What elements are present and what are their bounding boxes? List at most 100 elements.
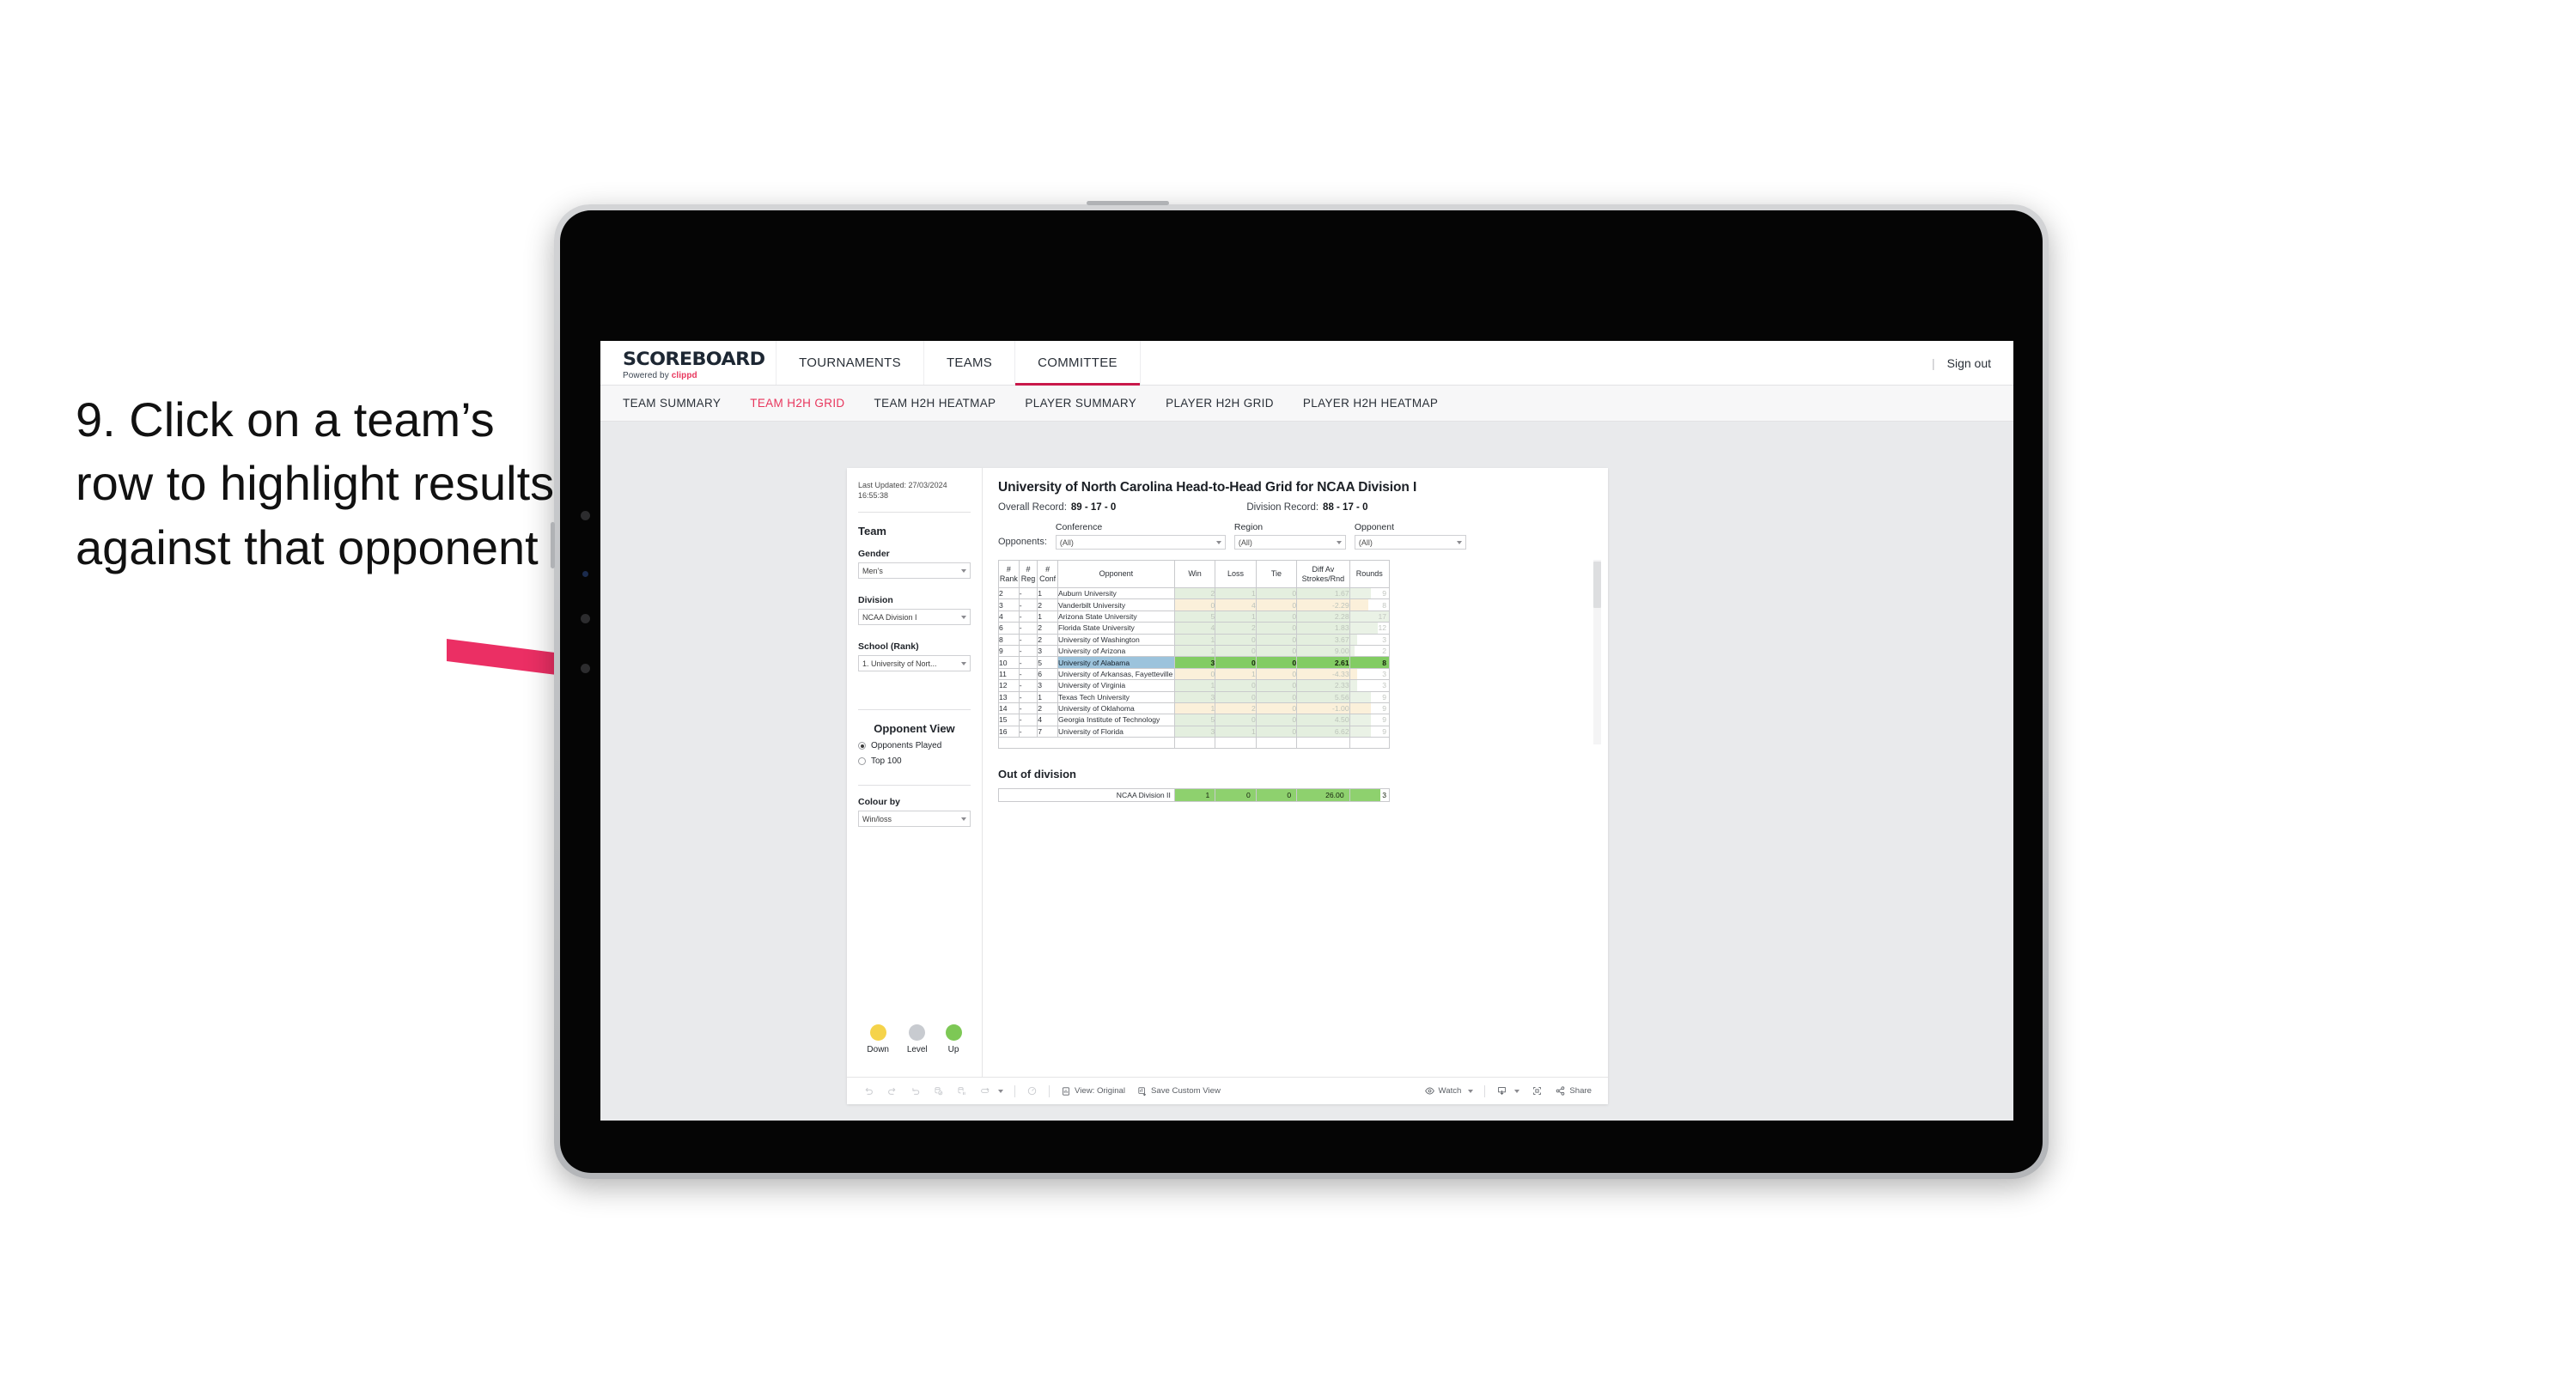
cell-opponent: University of Oklahoma (1057, 702, 1175, 715)
primary-navigation: SCOREBOARD Powered by clippd TOURNAMENTS… (600, 341, 2013, 386)
subtab-team-summary[interactable]: TEAM SUMMARY (623, 397, 721, 410)
legend-label-level: Level (906, 1045, 928, 1054)
cell-diff: 9.00 (1296, 644, 1350, 658)
subtab-team-h2h-grid[interactable]: TEAM H2H GRID (750, 397, 844, 410)
pause-auto-update-dropdown[interactable] (973, 1082, 1009, 1101)
tablet-screen: SCOREBOARD Powered by clippd TOURNAMENTS… (560, 210, 2043, 1173)
signout-divider: | (1931, 355, 1935, 370)
table-row[interactable]: 11-6 University of Arkansas, Fayetteville… (998, 667, 1391, 681)
chevron-down-icon (1336, 540, 1342, 544)
cell-diff: -2.29 (1296, 598, 1350, 611)
colour-by-select[interactable]: Win/loss (858, 811, 971, 828)
table-row[interactable]: 13-1 Texas Tech University 3 0 0 5.56 9 (998, 690, 1391, 703)
pause-updates-button[interactable] (950, 1082, 973, 1101)
cell-win: 1 (1173, 679, 1216, 692)
scoreboard-logo[interactable]: SCOREBOARD Powered by clippd (600, 341, 777, 385)
download-button[interactable] (1490, 1082, 1526, 1101)
table-row[interactable]: 14-2 University of Oklahoma 1 2 0 -1.00 9 (998, 702, 1391, 715)
nav-tab-committee[interactable]: COMMITTEE (1015, 341, 1141, 386)
share-button[interactable]: Share (1549, 1082, 1598, 1101)
chevron-down-icon (961, 661, 966, 665)
table-row[interactable]: 8-2 University of Washington 1 0 0 3.67 3 (998, 633, 1391, 646)
signout-link[interactable]: Sign out (1947, 356, 1991, 370)
school-rank-select[interactable]: 1. University of Nort... (858, 655, 971, 672)
cell-win: 5 (1173, 610, 1216, 623)
cell-reg: - (1018, 633, 1038, 646)
radio-opponents-played-label: Opponents Played (871, 741, 942, 751)
conference-select[interactable]: (All) (1055, 535, 1226, 550)
colour-by-label: Colour by (858, 797, 900, 808)
table-row[interactable]: 10-5 University of Alabama 3 0 0 2.61 8 (998, 656, 1391, 669)
nav-tab-teams[interactable]: TEAMS (924, 341, 1016, 385)
division-select[interactable]: NCAA Division I (858, 609, 971, 626)
table-row[interactable]: 3-2 Vanderbilt University 0 4 0 -2.29 8 (998, 598, 1391, 611)
undo-button[interactable] (857, 1082, 880, 1101)
cell-rounds: 9 (1349, 714, 1391, 726)
cell-win: 2 (1173, 586, 1216, 600)
revert-button[interactable] (904, 1082, 927, 1101)
subtab-team-h2h-heatmap[interactable]: TEAM H2H HEATMAP (874, 397, 996, 410)
cell-reg: - (1018, 656, 1038, 669)
conference-filter: Conference (All) (1055, 522, 1226, 550)
viz-body: Last Updated: 27/03/2024 16:55:38 Team G… (847, 468, 1608, 1077)
cell-win: 1 (1173, 644, 1216, 658)
cell-opponent: Vanderbilt University (1057, 598, 1175, 611)
logo-brand-name: clippd (671, 371, 697, 380)
region-select[interactable]: (All) (1233, 535, 1346, 550)
cell-tie: 0 (1255, 714, 1298, 726)
radio-opponents-played[interactable]: Opponents Played (858, 741, 971, 750)
cell-win: 1 (1173, 633, 1216, 646)
table-row[interactable]: 6-2 Florida State University 4 2 0 1.83 12 (998, 622, 1391, 635)
opponent-view-title: Opponent View (874, 722, 955, 736)
instruction-text: 9. Click on a team’s row to highlight re… (76, 392, 555, 574)
opponent-value: (All) (1358, 538, 1373, 547)
grid-scrollbar-thumb[interactable] (1593, 562, 1601, 608)
table-row[interactable]: 2-1 Auburn University 2 1 0 1.67 9 (998, 586, 1391, 600)
opponent-filter: Opponent (All) (1354, 522, 1466, 550)
nav-tab-tournaments[interactable]: TOURNAMENTS (776, 341, 924, 385)
cell-rank: 10 (998, 656, 1020, 669)
fullscreen-button[interactable] (1526, 1082, 1549, 1101)
radio-top-100[interactable]: Top 100 (858, 756, 971, 766)
cell-opponent: University of Virginia (1057, 679, 1175, 692)
filler-tie (1255, 737, 1298, 750)
h2h-grid-table: # Rank # Reg # Conf Opponent Win Loss Tie D… (998, 560, 1391, 750)
radio-off-icon (858, 757, 866, 766)
subtab-player-h2h-heatmap[interactable]: PLAYER H2H HEATMAP (1303, 397, 1438, 410)
opponent-select[interactable]: (All) (1354, 535, 1466, 550)
redo-button[interactable] (880, 1082, 904, 1101)
subtab-player-h2h-grid[interactable]: PLAYER H2H GRID (1166, 397, 1274, 410)
ood-label: NCAA Division II (998, 788, 1175, 803)
save-custom-view-button[interactable]: Save Custom View (1131, 1082, 1227, 1101)
cell-win: 3 (1173, 656, 1216, 669)
table-row[interactable]: 15-4 Georgia Institute of Technology 5 0 0 4.… (998, 714, 1391, 726)
cell-rounds: 3 (1349, 633, 1391, 646)
table-row[interactable]: 16-7 University of Florida 3 1 0 6.62 9 (998, 725, 1391, 738)
out-of-division-row[interactable]: NCAA Division II 1 0 0 26.00 3 (998, 788, 1391, 803)
gender-label: Gender (858, 549, 890, 560)
watch-button[interactable]: Watch (1418, 1082, 1480, 1101)
view-original-button[interactable]: View: Original (1055, 1082, 1131, 1101)
legend-item-down: Down (867, 1024, 889, 1054)
cell-win: 4 (1173, 622, 1216, 635)
cell-loss: 1 (1215, 725, 1257, 738)
cell-win: 0 (1173, 667, 1216, 681)
cell-rounds: 9 (1349, 586, 1391, 600)
grid-header: # Rank # Reg # Conf Opponent Win Loss Tie D… (998, 560, 1391, 588)
pause-performance-button[interactable] (1020, 1082, 1044, 1101)
cell-rank: 6 (998, 622, 1020, 635)
refresh-data-button[interactable] (927, 1082, 950, 1101)
subtab-player-summary[interactable]: PLAYER SUMMARY (1025, 397, 1136, 410)
chevron-down-icon (1215, 540, 1221, 544)
gender-select[interactable]: Men’s (858, 562, 971, 580)
table-row[interactable]: 12-3 University of Virginia 1 0 0 2.33 3 (998, 679, 1391, 692)
logo-powered-text: Powered by (623, 371, 672, 380)
cell-loss: 1 (1215, 610, 1257, 623)
table-row[interactable]: 9-3 University of Arizona 1 0 0 9.00 2 (998, 644, 1391, 658)
filler-loss (1215, 737, 1257, 750)
cell-conf: 7 (1037, 725, 1058, 738)
sensor-dot-2 (581, 614, 590, 623)
cell-tie: 0 (1255, 656, 1298, 669)
cell-opponent: University of Alabama (1057, 656, 1175, 669)
table-row[interactable]: 4-1 Arizona State University 5 1 0 2.28 17 (998, 610, 1391, 623)
